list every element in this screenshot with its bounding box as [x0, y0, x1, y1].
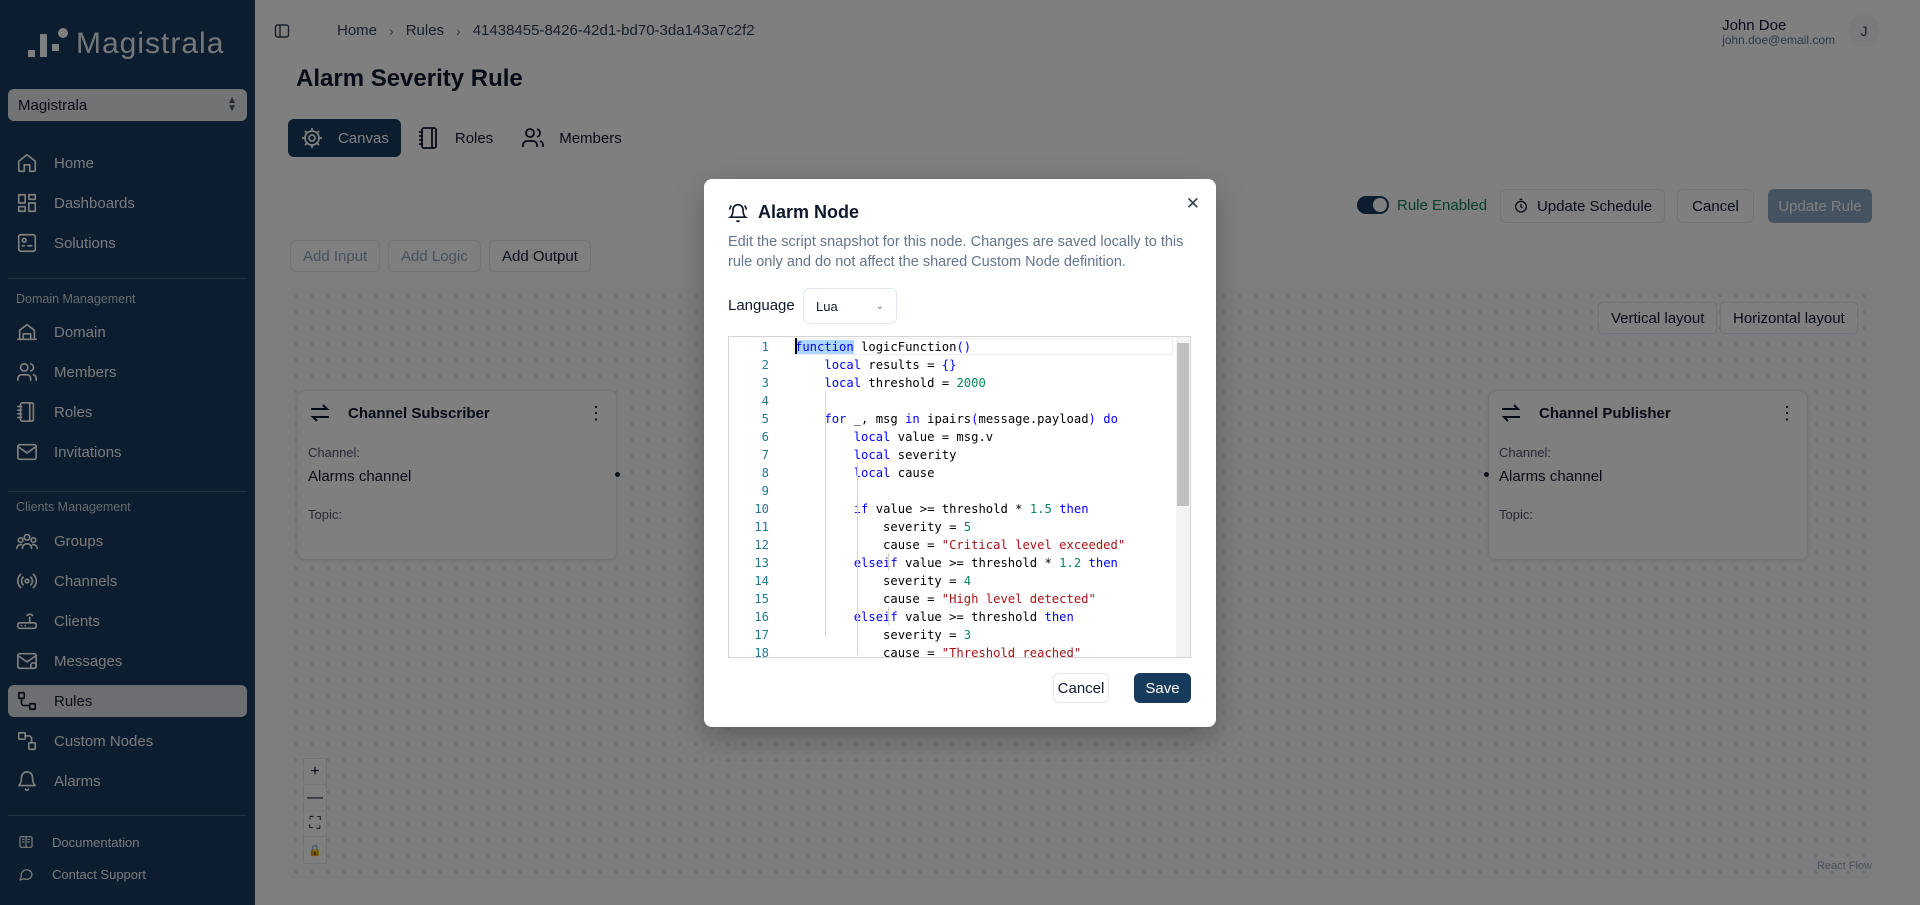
dialog-description: Edit the script snapshot for this node. …: [728, 234, 1184, 270]
line-number: 3: [761, 376, 769, 390]
editor-scrollbar[interactable]: [1176, 337, 1190, 657]
dialog-title-text: Alarm Node: [758, 202, 860, 222]
editor-scroll-thumb[interactable]: [1177, 343, 1189, 506]
line-number: 2: [761, 358, 769, 372]
line-number: 15: [754, 592, 769, 606]
code-text: cause = "Threshold reached": [795, 646, 1082, 658]
line-number: 7: [761, 448, 769, 462]
dialog-cancel-button[interactable]: Cancel: [1053, 673, 1109, 703]
chevron-down-icon: ⌄: [875, 300, 884, 312]
line-number: 12: [754, 538, 769, 552]
dialog-title: Alarm Node: [728, 202, 859, 223]
code-editor[interactable]: 1 function logicFunction() 2 local results…: [728, 336, 1191, 658]
line-number: 8: [761, 466, 769, 480]
indent-guide: [857, 463, 858, 655]
code-text: cause = "High level detected": [795, 592, 1096, 606]
line-number: 5: [761, 412, 769, 426]
line-number: 16: [754, 610, 769, 624]
indent-guide: [825, 391, 826, 637]
line-number: 10: [754, 502, 769, 516]
indent-guide: [888, 607, 889, 625]
code-text: function logicFunction(): [795, 340, 972, 354]
line-number: 1: [761, 340, 769, 354]
code-text: if value >= threshold * 1.5 then: [853, 502, 1089, 516]
line-number: 4: [761, 394, 769, 408]
line-number: 9: [761, 484, 769, 498]
code-text: for _, msg in ipairs(message.payload) do: [824, 412, 1118, 426]
language-select[interactable]: Lua ⌄: [803, 288, 897, 324]
language-select-value: Lua: [816, 298, 838, 314]
line-number: 6: [761, 430, 769, 444]
alarm-node-dialog: ✕ Alarm Node Edit the script snapshot fo…: [704, 179, 1216, 727]
code-text: local cause: [853, 466, 935, 480]
close-icon[interactable]: ✕: [1186, 194, 1200, 214]
line-number: 18: [754, 646, 769, 658]
bell-ring-icon: [728, 203, 748, 222]
code-text: elseif value >= threshold * 1.2 then: [853, 556, 1118, 570]
code-text: severity = 3: [795, 628, 972, 642]
code-text: local results = {}: [824, 358, 957, 372]
code-text: elseif value >= threshold then: [853, 610, 1074, 624]
language-label: Language: [728, 297, 795, 314]
indent-guide: [888, 553, 889, 571]
code-text: severity = 5: [795, 520, 972, 534]
code-text: cause = "Critical level exceeded": [795, 538, 1126, 552]
code-text: local threshold = 2000: [824, 376, 986, 390]
line-number: 13: [754, 556, 769, 570]
line-number: 11: [754, 520, 769, 534]
code-text: local severity: [853, 448, 957, 462]
dialog-save-button[interactable]: Save: [1134, 673, 1191, 703]
line-number: 14: [754, 574, 769, 588]
text-cursor: [795, 338, 797, 354]
line-number: 17: [754, 628, 769, 642]
code-text: severity = 4: [795, 574, 972, 588]
